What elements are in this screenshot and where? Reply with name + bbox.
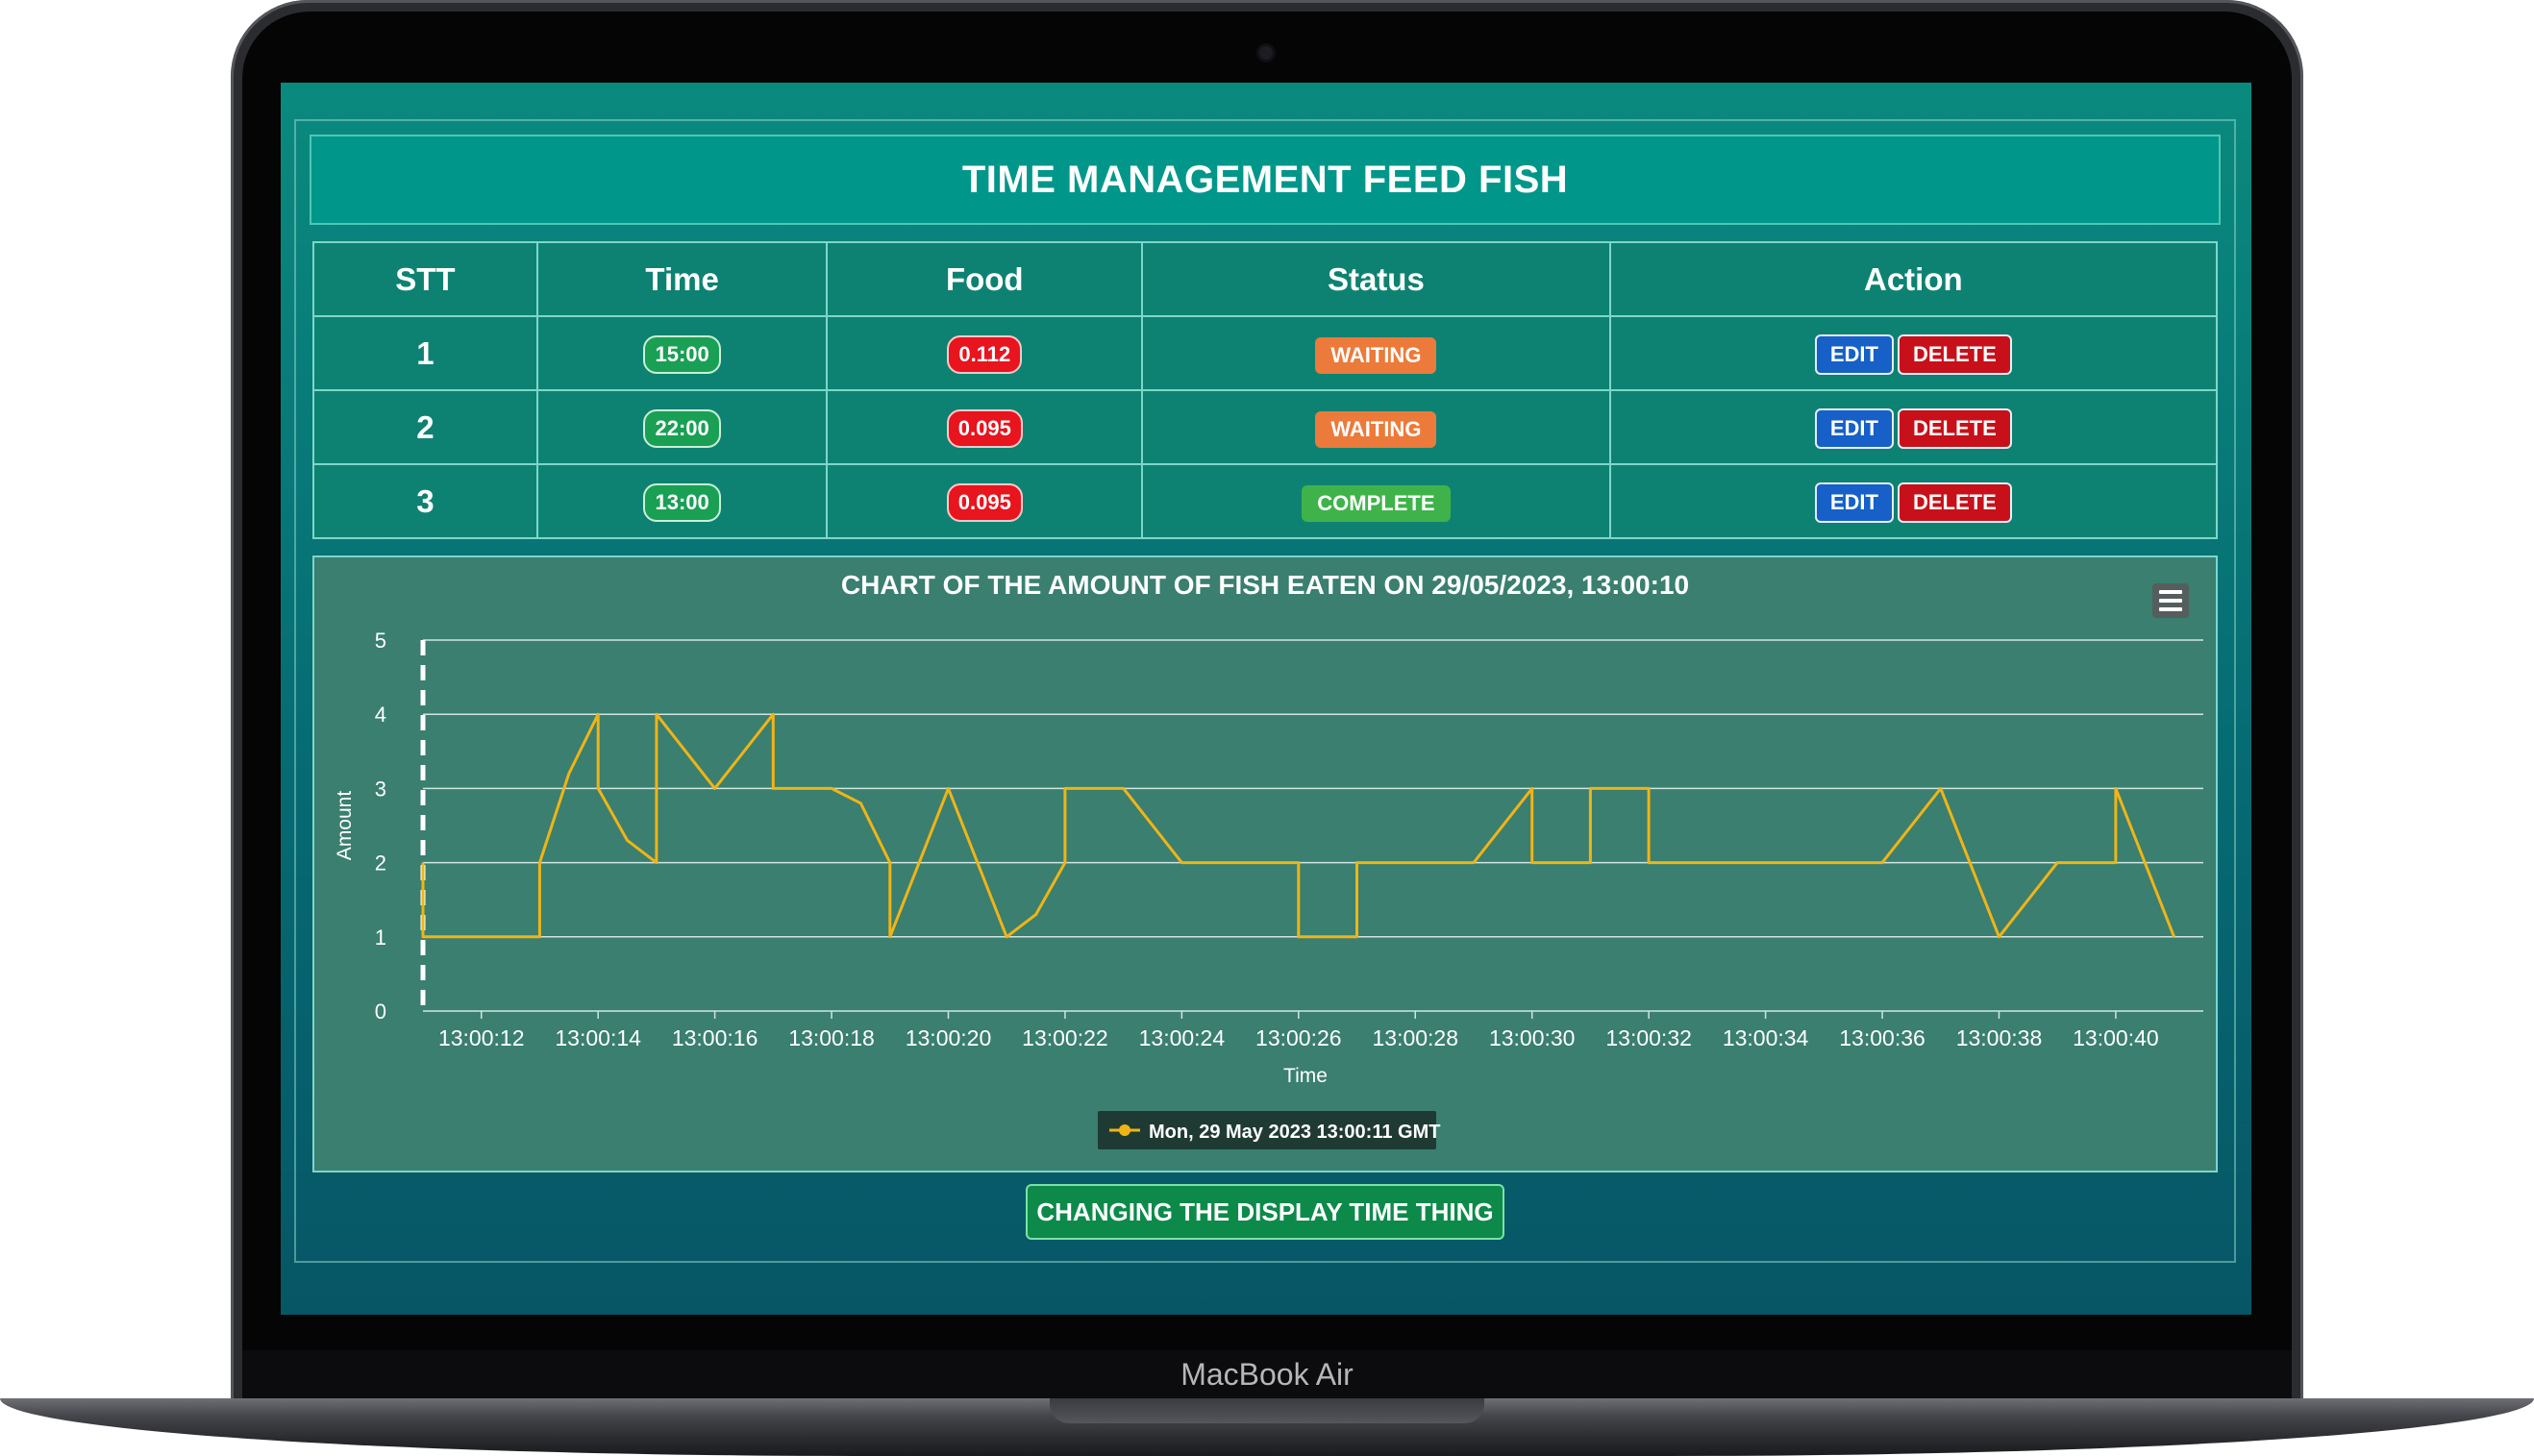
laptop-notch (1050, 1398, 1484, 1423)
legend-marker (1119, 1124, 1130, 1136)
row-time-cell: 15:00 (535, 315, 829, 391)
x-tick-label: 13:00:24 (1139, 1025, 1226, 1050)
delete-button[interactable]: DELETE (1897, 481, 2012, 523)
x-tick-label: 13:00:30 (1489, 1025, 1576, 1050)
row-status-cell: WAITING (1141, 389, 1611, 465)
legend-label: Mon, 29 May 2023 13:00:11 GMT (1149, 1122, 1440, 1143)
table-row: 2 22:00 0.095 WAITING EDIT DELETE (312, 389, 2219, 465)
y-axis-label: Amount (334, 791, 356, 861)
chart-title: CHART OF THE AMOUNT OF FISH EATEN ON 29/… (841, 570, 1689, 600)
status-badge: WAITING (1315, 410, 1437, 448)
food-pill: 0.095 (946, 483, 1023, 522)
x-tick-label: 13:00:28 (1372, 1025, 1458, 1050)
row-action-cell: EDIT DELETE (1608, 463, 2219, 539)
x-tick-label: 13:00:36 (1839, 1025, 1925, 1050)
header-stt: STT (312, 241, 538, 317)
x-tick-label: 13:00:38 (1956, 1025, 2043, 1050)
row-stt: 3 (312, 463, 538, 539)
time-pill: 22:00 (643, 409, 721, 448)
row-food-cell: 0.095 (826, 389, 1144, 465)
delete-button[interactable]: DELETE (1897, 333, 2012, 375)
row-time-cell: 22:00 (535, 389, 829, 465)
table-header-row: STT Time Food Status Action (312, 241, 2219, 317)
change-display-time-button[interactable]: CHANGING THE DISPLAY TIME THING (1026, 1184, 1504, 1240)
header-food: Food (826, 241, 1144, 317)
edit-button[interactable]: EDIT (1814, 333, 1894, 375)
y-tick-label: 4 (375, 703, 386, 727)
hamburger-menu-icon[interactable] (2152, 583, 2189, 618)
y-tick-label: 2 (375, 851, 386, 876)
x-axis-label: Time (1283, 1065, 1328, 1087)
x-tick-label: 13:00:34 (1723, 1025, 1809, 1050)
x-tick-label: 13:00:32 (1605, 1025, 1692, 1050)
status-badge: WAITING (1315, 336, 1437, 374)
row-stt: 2 (312, 389, 538, 465)
x-tick-label: 13:00:14 (555, 1025, 641, 1050)
row-stt: 1 (312, 315, 538, 391)
screen: TIME MANAGEMENT FEED FISH STT Time Food … (281, 83, 2251, 1315)
x-tick-label: 13:00:20 (906, 1025, 992, 1050)
row-action-cell: EDIT DELETE (1608, 315, 2219, 391)
time-pill: 15:00 (643, 335, 721, 374)
row-food-cell: 0.112 (826, 315, 1144, 391)
header-status: Status (1141, 241, 1611, 317)
time-pill: 13:00 (643, 483, 721, 522)
camera-icon (1259, 46, 1273, 60)
x-tick-label: 13:00:18 (788, 1025, 875, 1050)
x-tick-label: 13:00:16 (672, 1025, 758, 1050)
fish-eaten-chart: CHART OF THE AMOUNT OF FISH EATEN ON 29/… (334, 570, 2203, 1149)
y-tick-label: 1 (375, 925, 386, 950)
header-action: Action (1608, 241, 2219, 317)
row-time-cell: 13:00 (535, 463, 829, 539)
x-tick-label: 13:00:12 (438, 1025, 525, 1050)
title-bar: TIME MANAGEMENT FEED FISH (310, 135, 2221, 225)
x-tick-label: 13:00:40 (2073, 1025, 2159, 1050)
y-tick-label: 0 (375, 999, 386, 1024)
delete-button[interactable]: DELETE (1897, 407, 2012, 449)
series-line (421, 712, 2175, 939)
page-title: TIME MANAGEMENT FEED FISH (961, 158, 1569, 201)
table-row: 3 13:00 0.095 COMPLETE EDIT DELETE (312, 463, 2219, 539)
x-tick-label: 13:00:26 (1255, 1025, 1342, 1050)
y-tick-label: 5 (375, 629, 386, 653)
device-brand: MacBook Air (1180, 1357, 1354, 1392)
schedule-table: STT Time Food Status Action 1 15:00 0.11… (312, 241, 2219, 539)
row-food-cell: 0.095 (826, 463, 1144, 539)
edit-button[interactable]: EDIT (1814, 481, 1894, 523)
edit-button[interactable]: EDIT (1814, 407, 1894, 449)
y-tick-label: 3 (375, 777, 386, 801)
x-tick-label: 13:00:22 (1022, 1025, 1108, 1050)
row-action-cell: EDIT DELETE (1608, 389, 2219, 465)
status-badge: COMPLETE (1302, 484, 1451, 522)
row-status-cell: COMPLETE (1141, 463, 1611, 539)
header-time: Time (535, 241, 829, 317)
food-pill: 0.112 (947, 335, 1023, 374)
row-status-cell: WAITING (1141, 315, 1611, 391)
table-row: 1 15:00 0.112 WAITING EDIT DELETE (312, 315, 2219, 391)
food-pill: 0.095 (946, 409, 1023, 448)
